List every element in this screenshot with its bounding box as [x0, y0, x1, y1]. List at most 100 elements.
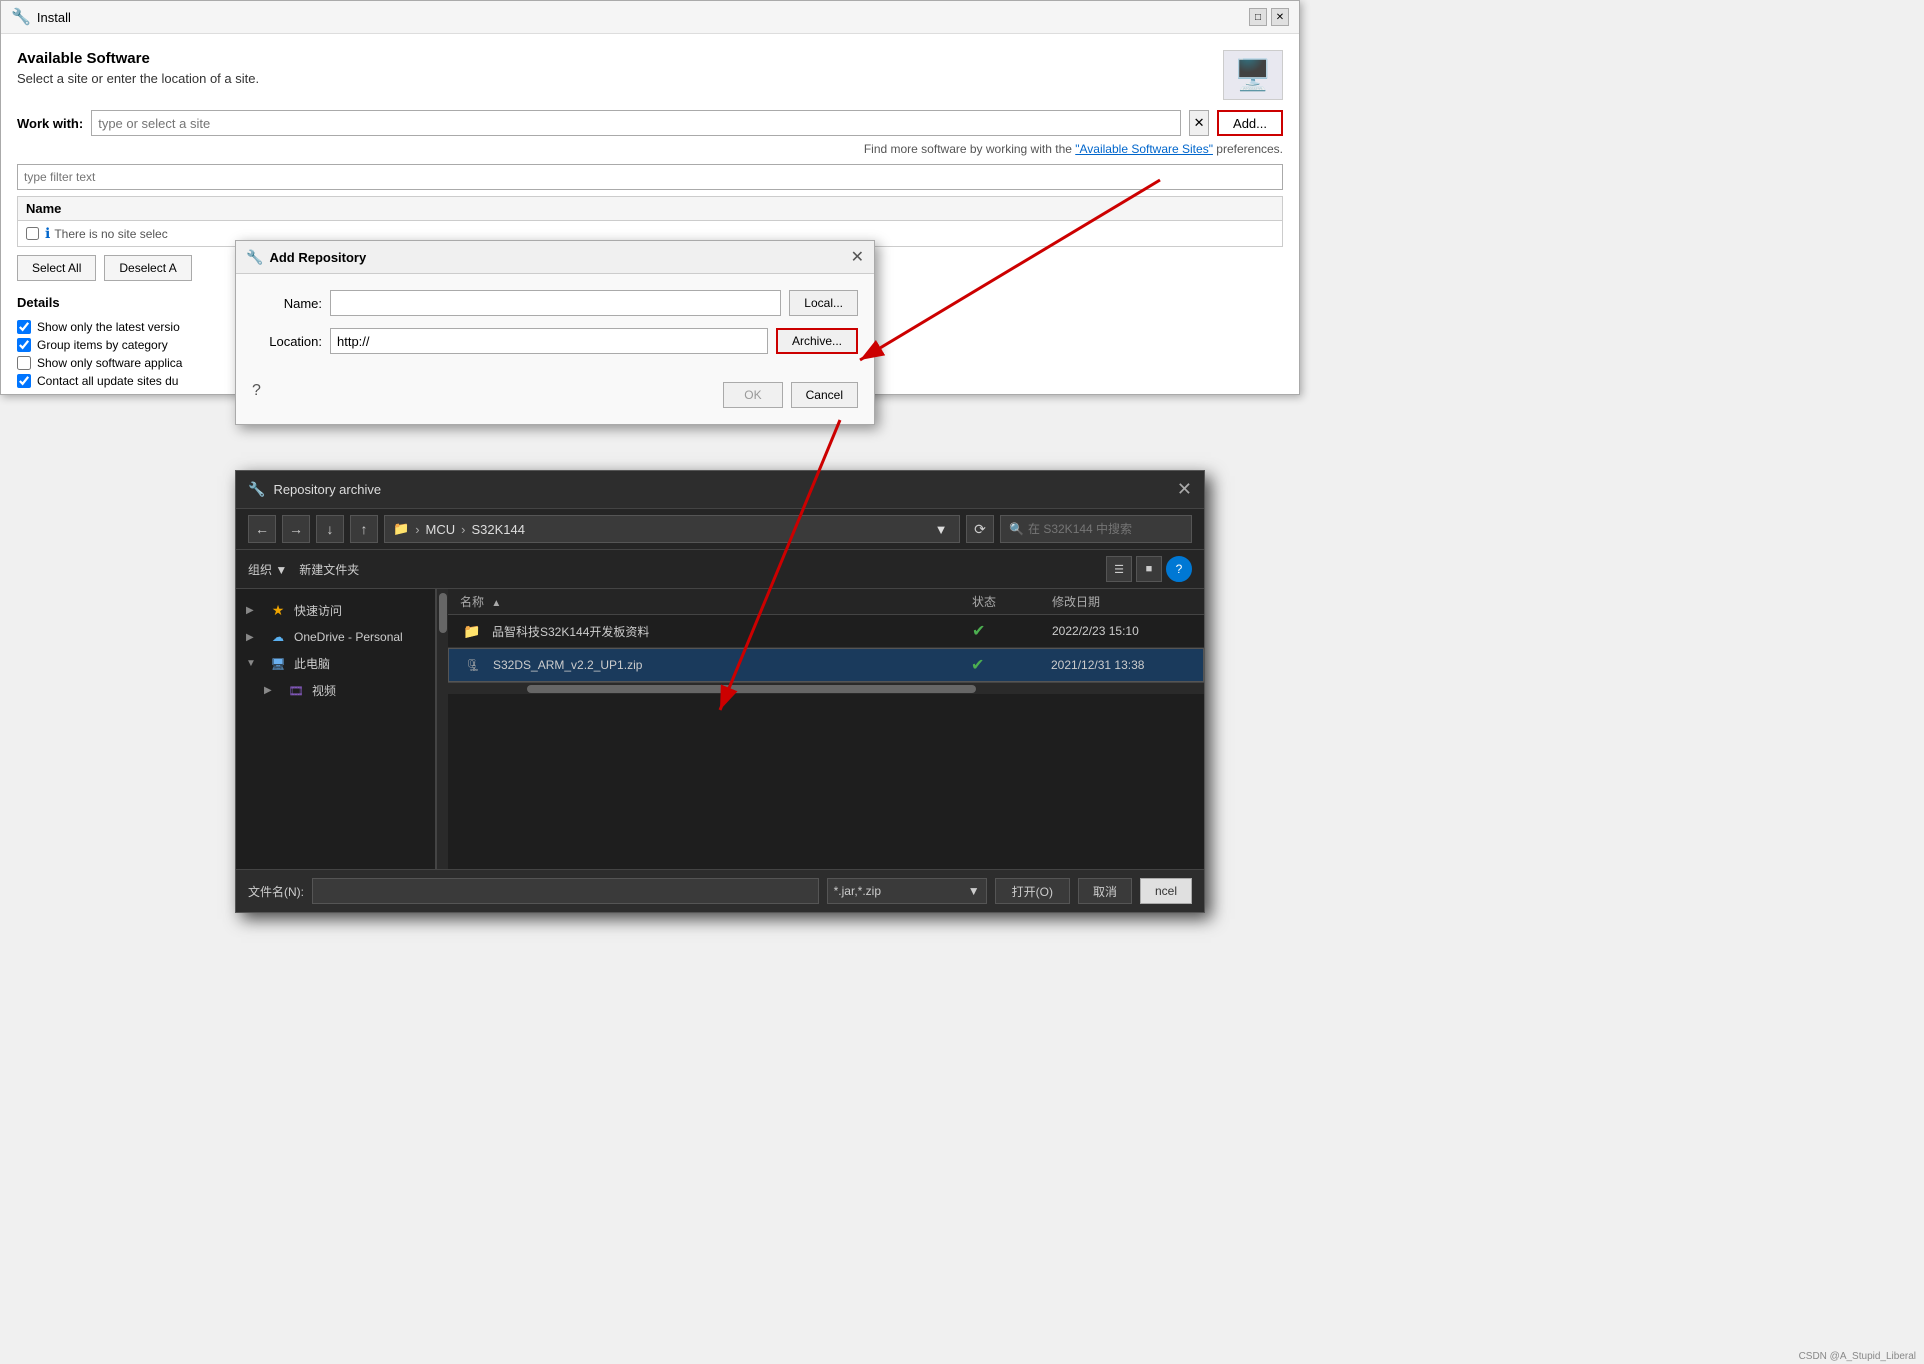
file-row-folder[interactable]: 📁 品智科技S32K144开发板资料 ✔ 2022/2/23 15:10 — [448, 615, 1204, 648]
repo-archive-icon: 🔧 — [248, 481, 265, 498]
add-repo-body: Name: Local... Location: Archive... ? OK… — [236, 274, 874, 424]
sidebar-item-video[interactable]: ▶ 🎞 视频 — [236, 677, 435, 704]
search-input[interactable] — [1028, 522, 1183, 536]
local-button[interactable]: Local... — [789, 290, 858, 316]
forward-button[interactable]: → — [282, 515, 310, 543]
ok-button[interactable]: OK — [723, 382, 782, 408]
sidebar-item-onedrive[interactable]: ▶ ☁ OneDrive - Personal — [236, 624, 435, 650]
folder-file-icon: 📁 — [460, 621, 484, 641]
add-repo-close-button[interactable]: ✕ — [851, 247, 864, 267]
path-dropdown-button[interactable]: ▼ — [931, 522, 951, 537]
back-button[interactable]: ← — [248, 515, 276, 543]
sidebar-scrollbar[interactable] — [436, 589, 448, 869]
repository-archive-dialog: 🔧 Repository archive ✕ ← → ↓ ↑ 📁 › MCU ›… — [235, 470, 1205, 913]
ncel-button[interactable]: ncel — [1140, 878, 1192, 904]
down-arrow-button[interactable]: ↓ — [316, 515, 344, 543]
refresh-button[interactable]: ⟳ — [966, 515, 994, 543]
archive-footer-buttons: 打开(O) 取消 — [995, 878, 1132, 904]
repo-archive-titlebar-left: 🔧 Repository archive — [248, 481, 381, 498]
location-field-row: Location: Archive... — [252, 328, 858, 354]
add-repo-titlebar: 🔧 Add Repository ✕ — [236, 241, 874, 274]
install-header-icon: 🖥️ — [1223, 50, 1283, 100]
work-with-input[interactable] — [91, 110, 1181, 136]
archive-help-button[interactable]: ? — [1166, 556, 1192, 582]
name-field-row: Name: Local... — [252, 290, 858, 316]
filter-input[interactable] — [17, 164, 1283, 190]
onedrive-expand-icon: ▶ — [246, 632, 262, 643]
sidebar-item-quick-access[interactable]: ▶ ★ 快速访问 — [236, 597, 435, 624]
install-titlebar: 🔧 Install □ ✕ — [1, 1, 1299, 34]
find-more-text: Find more software by working with the — [864, 142, 1075, 156]
filetype-select[interactable]: *.jar,*.zip ▼ — [827, 878, 987, 904]
col-date-header: 修改日期 — [1052, 593, 1192, 610]
sidebar-item-this-pc[interactable]: ▼ 🖥 此电脑 — [236, 650, 435, 677]
filetype-value: *.jar,*.zip — [834, 884, 881, 898]
contact-sites-checkbox[interactable] — [17, 374, 31, 388]
organize-button[interactable]: 组织 ▼ — [248, 561, 287, 578]
show-software-checkbox[interactable] — [17, 356, 31, 370]
archive-actions-bar: 组织 ▼ 新建文件夹 ☰ ■ ? — [236, 550, 1204, 589]
quick-access-expand-icon: ▶ — [246, 605, 262, 616]
path-separator2: › — [461, 522, 465, 537]
work-with-label: Work with: — [17, 116, 83, 131]
path-bar[interactable]: 📁 › MCU › S32K144 ▼ — [384, 515, 960, 543]
zip-status: ✔ — [971, 655, 1051, 675]
tile-view-button[interactable]: ■ — [1136, 556, 1162, 582]
no-site-checkbox[interactable] — [26, 227, 39, 240]
deselect-all-button[interactable]: Deselect A — [104, 255, 191, 281]
dialog-footer-buttons: OK Cancel — [723, 374, 858, 408]
video-expand-icon: ▶ — [264, 685, 280, 696]
archive-main: ▶ ★ 快速访问 ▶ ☁ OneDrive - Personal ▼ 🖥 此电脑… — [236, 589, 1204, 869]
install-icon: 🔧 — [11, 7, 31, 27]
select-all-button[interactable]: Select All — [17, 255, 96, 281]
contact-sites-label: Contact all update sites du — [37, 374, 178, 388]
name-label: Name: — [252, 296, 322, 311]
open-button[interactable]: 打开(O) — [995, 878, 1070, 904]
new-folder-button[interactable]: 新建文件夹 — [299, 561, 359, 578]
this-pc-expand-icon: ▼ — [246, 658, 262, 669]
archive-sidebar: ▶ ★ 快速访问 ▶ ☁ OneDrive - Personal ▼ 🖥 此电脑… — [236, 589, 436, 869]
close-button[interactable]: ✕ — [1271, 8, 1289, 26]
available-software-title: Available Software — [17, 50, 259, 67]
onedrive-cloud-icon: ☁ — [268, 629, 288, 645]
work-with-row: Work with: ✕ Add... — [17, 110, 1283, 136]
archive-button[interactable]: Archive... — [776, 328, 858, 354]
add-repo-titlebar-left: 🔧 Add Repository — [246, 249, 366, 266]
zip-file-name: S32DS_ARM_v2.2_UP1.zip — [493, 658, 971, 672]
available-software-subtitle: Select a site or enter the location of a… — [17, 71, 259, 86]
path-part-mcu: MCU — [426, 522, 456, 537]
col-name-header[interactable]: 名称 ▲ — [460, 593, 972, 610]
group-items-checkbox[interactable] — [17, 338, 31, 352]
up-button[interactable]: ↑ — [350, 515, 378, 543]
install-header-left: Available Software Select a site or ente… — [17, 50, 259, 86]
video-label: 视频 — [312, 682, 336, 699]
location-input[interactable] — [330, 328, 768, 354]
archive-content: 名称 ▲ 状态 修改日期 📁 品智科技S32K144开发板资料 ✔ 2022/2… — [448, 589, 1204, 869]
filename-input[interactable] — [312, 878, 819, 904]
cancel-button[interactable]: Cancel — [791, 382, 858, 408]
show-latest-label: Show only the latest versio — [37, 320, 180, 334]
horizontal-scrollbar[interactable] — [448, 682, 1204, 694]
minimize-button[interactable]: □ — [1249, 8, 1267, 26]
this-pc-label: 此电脑 — [294, 655, 330, 672]
show-software-label: Show only software applica — [37, 356, 182, 370]
folder-status: ✔ — [972, 621, 1052, 641]
zip-date: 2021/12/31 13:38 — [1051, 658, 1191, 672]
find-more-row: Find more software by working with the "… — [17, 142, 1283, 156]
quick-access-label: 快速访问 — [294, 602, 342, 619]
file-row-zip[interactable]: 🗜 S32DS_ARM_v2.2_UP1.zip ✔ 2021/12/31 13… — [448, 648, 1204, 682]
location-label: Location: — [252, 334, 322, 349]
archive-cancel-button[interactable]: 取消 — [1078, 878, 1132, 904]
repo-archive-close-button[interactable]: ✕ — [1177, 479, 1192, 500]
add-button[interactable]: Add... — [1217, 110, 1283, 136]
show-latest-checkbox[interactable] — [17, 320, 31, 334]
onedrive-label: OneDrive - Personal — [294, 630, 403, 644]
work-with-clear-button[interactable]: ✕ — [1189, 110, 1209, 136]
list-view-button[interactable]: ☰ — [1106, 556, 1132, 582]
path-separator1: › — [415, 522, 419, 537]
install-title: Install — [37, 10, 71, 25]
filename-label: 文件名(N): — [248, 883, 304, 900]
name-input[interactable] — [330, 290, 781, 316]
add-repository-dialog: 🔧 Add Repository ✕ Name: Local... Locati… — [235, 240, 875, 425]
available-software-sites-link[interactable]: "Available Software Sites" — [1075, 142, 1213, 156]
